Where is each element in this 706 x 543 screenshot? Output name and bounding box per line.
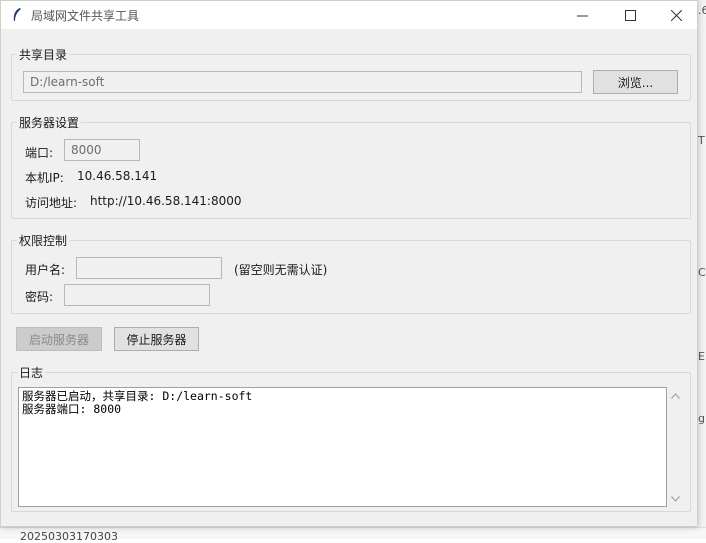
background-text-fragment: T <box>698 134 705 147</box>
share-dir-group-label: 共享目录 <box>17 46 70 63</box>
feather-icon <box>13 8 21 21</box>
log-scrollbar[interactable] <box>667 387 684 507</box>
background-taskbar-strip: 20250303170303 <box>0 527 706 543</box>
log-textarea[interactable]: 服务器已启动，共享目录: D:/learn-soft 服务器端口: 8000 <box>18 387 667 507</box>
maximize-button[interactable] <box>607 1 653 29</box>
password-label: 密码: <box>25 290 54 304</box>
password-field[interactable] <box>64 284 210 306</box>
username-label: 用户名: <box>25 263 66 277</box>
access-url-label: 访问地址: <box>25 196 78 210</box>
background-text-fragment: g <box>698 412 705 425</box>
close-icon <box>670 9 682 21</box>
server-settings-group-label: 服务器设置 <box>17 114 82 131</box>
close-button[interactable] <box>653 1 699 29</box>
app-window: 局域网文件共享工具 共享目录 D:/learn-soft 浏览... 服务器设置… <box>0 0 698 527</box>
browse-button[interactable]: 浏览... <box>593 70 678 94</box>
title-bar[interactable]: 局域网文件共享工具 <box>1 1 697 29</box>
username-field[interactable] <box>76 257 222 279</box>
scroll-down-icon[interactable] <box>667 490 684 507</box>
username-hint: (留空则无需认证) <box>234 263 328 277</box>
log-line: 服务器端口: 8000 <box>22 402 122 416</box>
maximize-icon <box>624 9 636 21</box>
local-ip-label: 本机IP: <box>25 171 64 185</box>
minimize-icon <box>576 15 588 16</box>
background-text-fragment: C <box>698 266 706 279</box>
stop-server-button[interactable]: 停止服务器 <box>114 327 199 351</box>
background-text-fragment: E <box>698 350 705 363</box>
start-server-button[interactable]: 启动服务器 <box>16 327 102 351</box>
local-ip-value: 10.46.58.141 <box>77 169 158 183</box>
background-text-fragment: .6 <box>698 4 706 17</box>
scroll-up-icon[interactable] <box>667 387 684 404</box>
access-url-value: http://10.46.58.141:8000 <box>90 194 242 208</box>
share-dir-path-field[interactable]: D:/learn-soft <box>23 71 582 93</box>
permissions-group-label: 权限控制 <box>17 232 70 249</box>
log-group-label: 日志 <box>17 364 46 381</box>
port-field[interactable]: 8000 <box>64 139 140 161</box>
window-title: 局域网文件共享工具 <box>31 9 140 23</box>
port-label: 端口: <box>25 146 54 160</box>
minimize-button[interactable] <box>559 1 605 29</box>
background-peek-text: 20250303170303 <box>20 530 118 543</box>
